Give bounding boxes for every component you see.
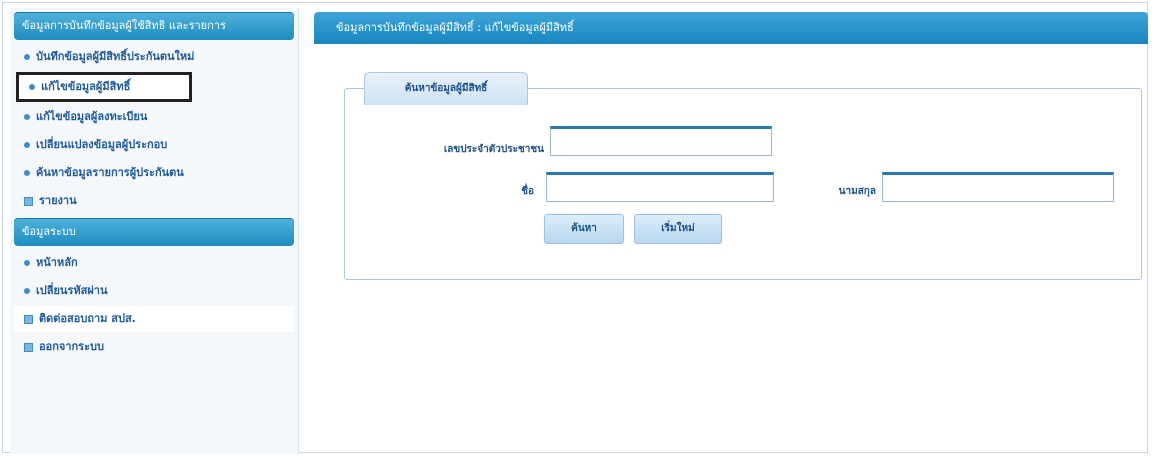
sidebar-item-label: หน้าหลัก bbox=[36, 256, 78, 269]
sidebar-item-search-insured[interactable]: ค้นหาข้อมูลรายการผู้ประกันตน bbox=[14, 160, 294, 186]
sidebar-item-label: แก้ไขข้อมูลผู้มีสิทธิ์ bbox=[41, 80, 131, 93]
sidebar-item-label: บันทึกข้อมูลผู้มีสิทธิ์ประกันตนใหม่ bbox=[36, 50, 195, 63]
contact-icon bbox=[24, 314, 33, 324]
bullet-icon bbox=[24, 170, 30, 176]
tab-search-insured[interactable]: ค้นหาข้อมูลผู้มีสิทธิ์ bbox=[364, 72, 528, 105]
sidebar-item-label: เปลี่ยนแปลงข้อมูลผู้ประกอบ bbox=[36, 138, 168, 151]
sidebar-item-label: ค้นหาข้อมูลรายการผู้ประกันตน bbox=[36, 166, 184, 179]
sidebar-section-title-records: ข้อมูลการบันทึกข้อมูลผู้ใช้สิทธิ และรายก… bbox=[14, 12, 294, 40]
id-number-field[interactable] bbox=[550, 126, 772, 156]
page-title: ข้อมูลการบันทึกข้อมูลผู้มีสิทธิ์ : แก้ไข… bbox=[314, 12, 1148, 44]
sidebar: ข้อมูลการบันทึกข้อมูลผู้ใช้สิทธิ และรายก… bbox=[10, 8, 299, 454]
sidebar-item-add-insured[interactable]: บันทึกข้อมูลผู้มีสิทธิ์ประกันตนใหม่ bbox=[14, 44, 294, 70]
id-number-label: เลขประจำตัวประชาชน bbox=[443, 144, 544, 155]
main-content: ข้อมูลการบันทึกข้อมูลผู้มีสิทธิ์ : แก้ไข… bbox=[314, 12, 1148, 452]
reset-button[interactable]: เริ่มใหม่ bbox=[634, 214, 722, 244]
bullet-icon bbox=[24, 288, 30, 294]
sidebar-item-label: ออกจากระบบ bbox=[39, 340, 104, 353]
search-button[interactable]: ค้นหา bbox=[544, 214, 624, 244]
bullet-icon bbox=[24, 260, 30, 266]
bullet-icon bbox=[29, 84, 35, 90]
first-name-field[interactable] bbox=[546, 172, 774, 202]
bullet-icon bbox=[24, 54, 30, 60]
sidebar-section-title-system: ข้อมูลระบบ bbox=[14, 218, 294, 246]
bullet-icon bbox=[24, 114, 30, 120]
sidebar-item-logout[interactable]: ออกจากระบบ bbox=[14, 334, 294, 360]
sidebar-item-change-operator[interactable]: เปลี่ยนแปลงข้อมูลผู้ประกอบ bbox=[14, 132, 294, 158]
sidebar-item-change-password[interactable]: เปลี่ยนรหัสผ่าน bbox=[14, 278, 294, 304]
sidebar-item-label: ติดต่อสอบถาม สปส. bbox=[39, 312, 136, 325]
report-icon bbox=[24, 196, 33, 206]
logout-icon bbox=[24, 342, 33, 352]
first-name-label: ชื่อ bbox=[521, 186, 534, 197]
sidebar-item-reports[interactable]: รายงาน bbox=[14, 188, 294, 214]
last-name-field[interactable] bbox=[882, 172, 1114, 202]
sidebar-item-label: เปลี่ยนรหัสผ่าน bbox=[36, 284, 108, 297]
sidebar-item-edit-insured[interactable]: แก้ไขข้อมูลผู้มีสิทธิ์ bbox=[16, 72, 192, 102]
sidebar-item-home[interactable]: หน้าหลัก bbox=[14, 250, 294, 276]
last-name-label: นามสกุล bbox=[838, 186, 876, 197]
sidebar-item-label: แก้ไขข้อมูลผู้ลงทะเบียน bbox=[36, 110, 148, 123]
sidebar-item-contact[interactable]: ติดต่อสอบถาม สปส. bbox=[14, 306, 294, 332]
sidebar-item-label: รายงาน bbox=[39, 194, 77, 207]
bullet-icon bbox=[24, 142, 30, 148]
sidebar-item-edit-registrant[interactable]: แก้ไขข้อมูลผู้ลงทะเบียน bbox=[14, 104, 294, 130]
